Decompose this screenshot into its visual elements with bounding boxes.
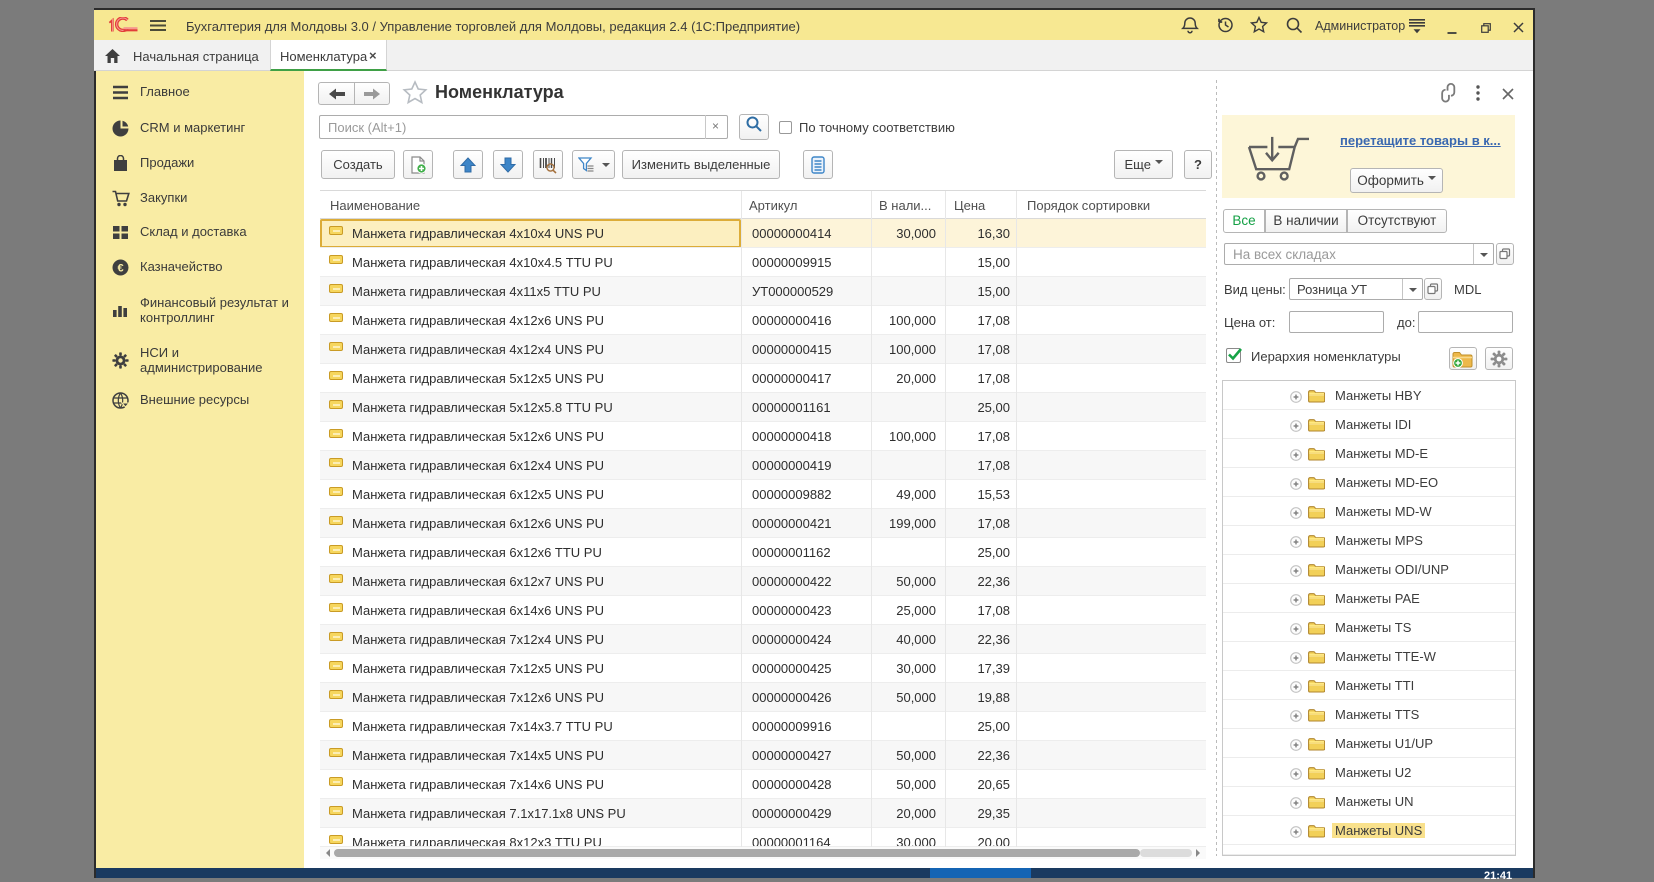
svg-text:€: € xyxy=(117,263,123,275)
